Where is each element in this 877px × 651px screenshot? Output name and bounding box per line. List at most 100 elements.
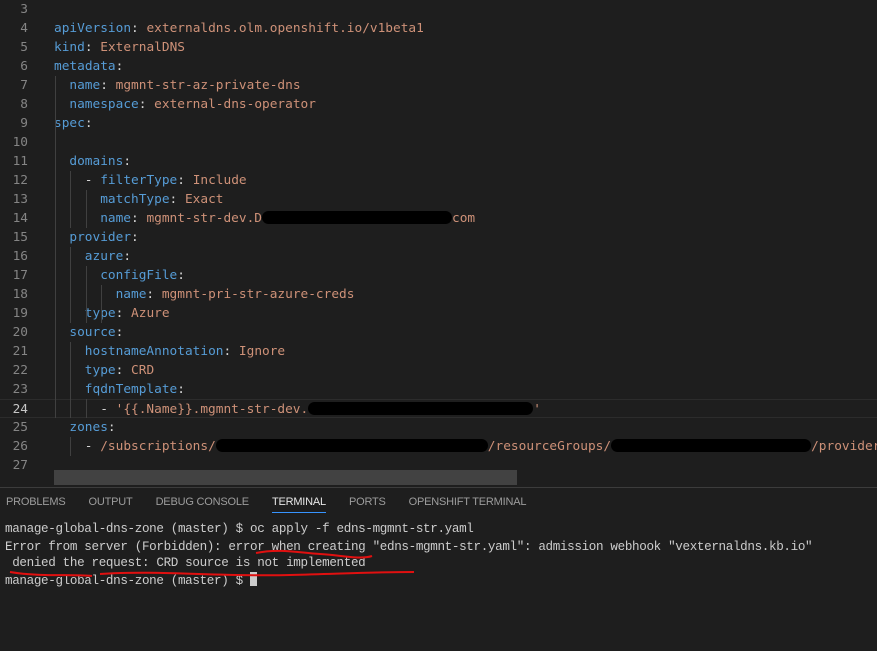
line-number: 17 (12, 268, 28, 283)
line-number: 4 (20, 21, 28, 36)
yaml-value: /subscriptions/ (100, 439, 216, 454)
code-line[interactable]: 19type: Azure (0, 304, 877, 323)
line-number: 18 (12, 287, 28, 302)
indent-guide (85, 190, 87, 228)
yaml-key: matchType (100, 192, 170, 207)
tab-problems[interactable]: PROBLEMS (6, 496, 66, 513)
terminal-line-error: Error from server (Forbidden): error whe… (5, 540, 813, 554)
code-line[interactable]: 9 spec: (0, 114, 877, 133)
yaml-punctuation: : (115, 363, 132, 378)
code-line[interactable]: 6 metadata: (0, 57, 877, 76)
indent-guide (70, 342, 72, 418)
yaml-value: Azure (131, 306, 170, 321)
code-line[interactable]: 22 type: CRD (0, 361, 877, 380)
terminal-line-error-cont: denied the request: CRD source is not im… (5, 556, 366, 570)
code-line[interactable]: 10 (0, 133, 877, 152)
code-line[interactable]: 21 hostnameAnnotation: Ignore (0, 342, 877, 361)
yaml-value: '{{.Name}}.mgmnt-str-dev. (115, 402, 309, 417)
yaml-key: name (69, 78, 101, 93)
tab-ports[interactable]: PORTS (349, 496, 386, 513)
line-number: 21 (12, 344, 28, 359)
line-number: 3 (20, 2, 28, 17)
line-number: 11 (12, 154, 28, 169)
code-line[interactable]: 23 fqdnTemplate: (0, 380, 877, 399)
code-line[interactable]: 7 name: mgmnt-str-az-private-dns (0, 76, 877, 95)
yaml-value: Ignore (238, 344, 286, 359)
terminal-prompt-line[interactable]: manage-global-dns-zone (master) $ (5, 572, 258, 590)
line-number: 8 (20, 97, 28, 112)
yaml-value: com (452, 211, 476, 226)
line-number: 20 (12, 325, 28, 340)
yaml-punctuation: : (131, 230, 139, 245)
yaml-key: namespace (69, 97, 139, 112)
yaml-key: configFile (100, 268, 178, 283)
line-number: 9 (20, 116, 28, 131)
code-line[interactable]: 15 provider: (0, 228, 877, 247)
line-number: 26 (12, 439, 28, 454)
yaml-key: zones (69, 420, 108, 435)
yaml-punctuation: : (169, 192, 185, 207)
yaml-punctuation: : (177, 268, 185, 283)
code-line[interactable]: 3 (0, 0, 877, 19)
yaml-punctuation: : (100, 78, 116, 93)
yaml-value: ExternalDNS (100, 40, 185, 55)
code-line[interactable]: 4 apiVersion: externaldns.olm.openshift.i… (0, 19, 877, 38)
yaml-key: name (100, 211, 132, 226)
yaml-punctuation: : (223, 344, 239, 359)
code-line[interactable]: 5 kind: ExternalDNS (0, 38, 877, 57)
code-line[interactable]: 20 source: (0, 323, 877, 342)
code-line[interactable]: 26 - /subscriptions/ /resourceGroups/ /prov… (0, 437, 877, 456)
code-line[interactable]: 25 zones: (0, 418, 877, 437)
yaml-key: provider (69, 230, 132, 245)
line-number: 15 (12, 230, 28, 245)
code-line[interactable]: 18 name: mgmnt-pri-str-azure-creds (0, 285, 877, 304)
code-line[interactable]: 16 azure: (0, 247, 877, 266)
line-number: 5 (20, 40, 28, 55)
yaml-key: fqdnTemplate (84, 382, 178, 397)
code-line[interactable]: 11 domains: (0, 152, 877, 171)
bottom-panel: PROBLEMS OUTPUT DEBUG CONSOLE TERMINAL PORTS… (0, 487, 877, 651)
line-number: 13 (12, 192, 28, 207)
yaml-punctuation: : (115, 306, 132, 321)
code-line[interactable]: 14 name: mgmnt-str-dev.D com (0, 209, 877, 228)
yaml-value: mgmnt-str-az-private-dns (115, 78, 301, 93)
line-number: 12 (12, 173, 28, 188)
terminal-line-command: manage-global-dns-zone (master) $ oc app… (5, 522, 474, 536)
code-line[interactable]: 17 configFile: (0, 266, 877, 285)
yaml-key: hostnameAnnotation (84, 344, 224, 359)
tab-terminal[interactable]: TERMINAL (271, 496, 326, 513)
yaml-value: mgmnt-pri-str-azure-creds (161, 287, 355, 302)
yaml-key: azure (84, 249, 124, 264)
tab-output[interactable]: OUTPUT (89, 496, 133, 513)
terminal-prompt: manage-global-dns-zone (master) $ (5, 574, 251, 588)
tab-openshift-terminal[interactable]: OPENSHIFT TERMINAL (409, 496, 527, 513)
code-line[interactable]: 8 namespace: external-dns-operator (0, 95, 877, 114)
code-editor[interactable]: 3 4 apiVersion: externaldns.olm.openshift.… (0, 0, 877, 487)
line-number: 22 (12, 363, 28, 378)
yaml-key: domains (69, 154, 124, 169)
indent-guide (85, 399, 87, 418)
line-number: 10 (12, 135, 28, 150)
yaml-value: /resourceGroups/ (487, 439, 612, 454)
horizontal-scrollbar[interactable] (54, 470, 517, 485)
yaml-punctuation: : (138, 97, 155, 112)
yaml-key: spec (54, 116, 85, 131)
indent-guide (85, 266, 87, 323)
code-line[interactable]: 12 - filterType: Include (0, 171, 877, 190)
indent-guide (70, 247, 72, 323)
yaml-punctuation: : (123, 249, 132, 264)
indent-guide (55, 114, 56, 418)
yaml-value: CRD (131, 363, 155, 378)
line-number: 19 (12, 306, 28, 321)
tab-debug-console[interactable]: DEBUG CONSOLE (156, 496, 250, 513)
line-number: 14 (12, 211, 28, 226)
yaml-key: type (84, 363, 116, 378)
yaml-key: apiVersion (54, 21, 132, 36)
code-line[interactable]: 24 - '{{.Name}}.mgmnt-str-dev. ' (0, 399, 877, 418)
yaml-punctuation: : (123, 154, 132, 169)
yaml-punctuation: - (100, 402, 116, 417)
yaml-value: external-dns-operator (154, 97, 316, 112)
yaml-punctuation: : (131, 211, 147, 226)
yaml-punctuation: - (84, 439, 101, 454)
code-line[interactable]: 13 matchType: Exact (0, 190, 877, 209)
